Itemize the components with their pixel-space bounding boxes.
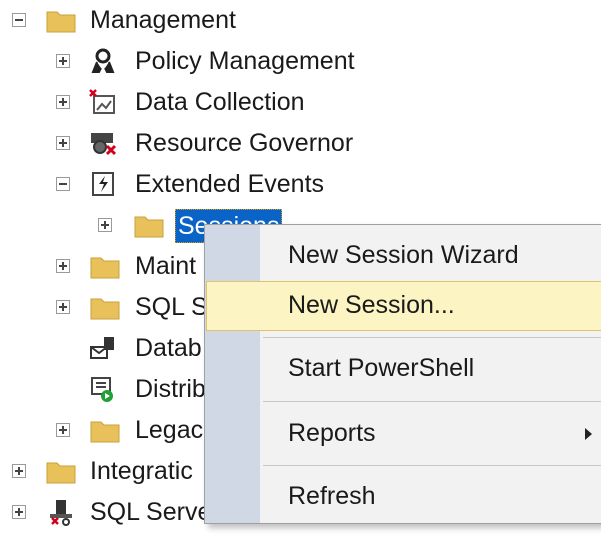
tree-node-maintenance[interactable]: Maint (0, 246, 204, 286)
expand-icon[interactable] (56, 136, 70, 150)
tree-node-label: SQL S (135, 293, 208, 321)
tree-node-sql-server-logs[interactable]: SQL S (0, 287, 208, 327)
tree-node-label: Extended Events (135, 170, 325, 198)
menu-item-label: Reports (288, 419, 376, 447)
tree-node-label: Resource Governor (135, 129, 354, 157)
expand-icon[interactable] (56, 54, 70, 68)
tree-node-management[interactable]: Management (0, 0, 300, 40)
expand-icon[interactable] (56, 95, 70, 109)
context-menu: New Session Wizard New Session... Start … (204, 224, 601, 524)
folder-icon (134, 216, 164, 238)
tree-node-label: Management (90, 6, 236, 34)
menu-separator (263, 337, 601, 338)
menu-item-label: New Session Wizard (288, 241, 519, 269)
menu-item-reports[interactable]: Reports (206, 409, 601, 459)
menu-item-start-powershell[interactable]: Start PowerShell (206, 344, 601, 394)
expand-icon[interactable] (56, 259, 70, 273)
submenu-arrow-icon (585, 428, 592, 440)
tree-node-data-collection[interactable]: Data Collection (0, 82, 360, 122)
folder-icon (90, 257, 120, 279)
tree-node-distributed-transaction-coordinator[interactable]: Distrib (0, 369, 206, 409)
expand-icon[interactable] (12, 505, 26, 519)
expand-icon[interactable] (56, 423, 70, 437)
tree-node-label: Data Collection (135, 88, 305, 116)
folder-icon (90, 298, 120, 320)
collapse-icon[interactable] (12, 13, 26, 27)
data-collection-icon (89, 89, 115, 114)
tree-node-label: Maint (135, 252, 197, 280)
menu-item-new-session-wizard[interactable]: New Session Wizard (206, 231, 601, 281)
tree-node-database-mail[interactable]: Datab (0, 328, 204, 368)
tree-node-label: SQL Serve (90, 498, 212, 526)
menu-item-label: New Session... (288, 291, 455, 319)
tree-node-sql-server-agent[interactable]: SQL Serve (0, 492, 211, 532)
sql-server-agent-icon (50, 500, 72, 526)
tree-node-policy-management[interactable]: Policy Management (0, 41, 400, 81)
tree-node-legacy[interactable]: Legac (0, 410, 204, 450)
tree-node-label: Distrib (135, 375, 206, 403)
expand-icon[interactable] (12, 464, 26, 478)
folder-icon (46, 11, 76, 33)
tree-node-extended-events[interactable]: Extended Events (0, 164, 360, 204)
menu-item-new-session[interactable]: New Session... (206, 281, 601, 331)
tree-node-resource-governor[interactable]: Resource Governor (0, 123, 400, 163)
folder-icon (90, 421, 120, 443)
menu-separator (263, 401, 601, 402)
menu-item-label: Start PowerShell (288, 354, 475, 382)
policy-icon (91, 48, 115, 73)
extended-events-icon (92, 172, 114, 196)
collapse-icon[interactable] (56, 177, 70, 191)
database-mail-icon (90, 337, 114, 359)
tree-node-label: Integratic (90, 457, 193, 485)
tree-node-label: Legac (135, 416, 204, 444)
menu-separator (263, 465, 601, 466)
expand-icon[interactable] (98, 218, 112, 232)
resource-governor-icon (91, 133, 117, 156)
folder-icon (46, 462, 76, 484)
expand-icon[interactable] (56, 300, 70, 314)
tree-node-integration-services[interactable]: Integratic (0, 451, 204, 491)
menu-item-label: Refresh (288, 482, 376, 510)
tree-node-label: Datab (135, 334, 202, 362)
menu-item-refresh[interactable]: Refresh (206, 472, 601, 522)
tree-node-label: Policy Management (135, 47, 355, 75)
distributed-transaction-icon (91, 377, 113, 402)
